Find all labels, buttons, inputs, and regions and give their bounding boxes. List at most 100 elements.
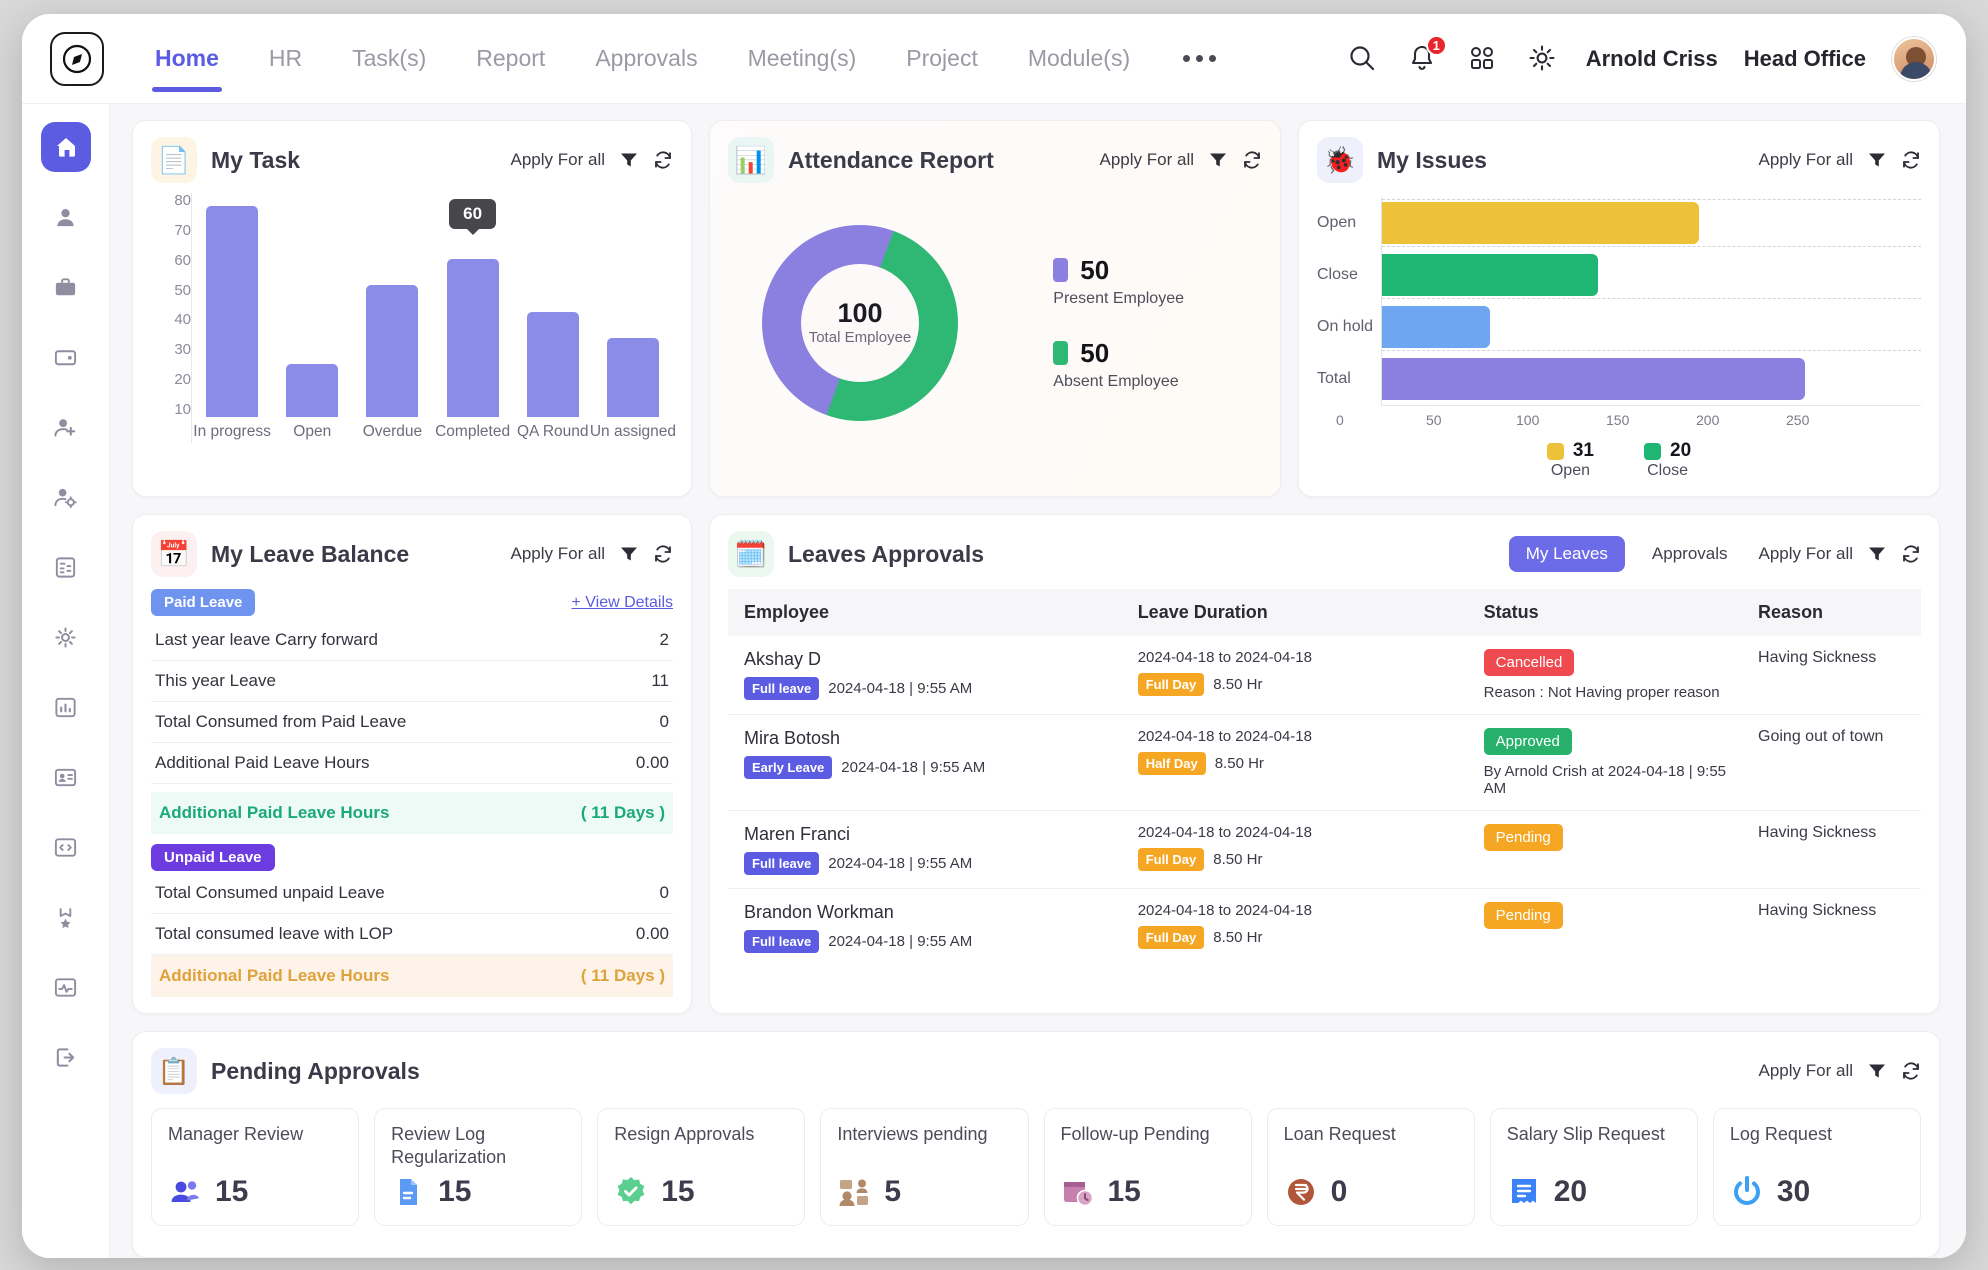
leave-type-pill: Full leave	[744, 930, 819, 953]
tab-my-leaves[interactable]: My Leaves	[1509, 536, 1625, 572]
filter-icon[interactable]	[1867, 544, 1887, 564]
filter-icon[interactable]	[619, 150, 639, 170]
bar-column[interactable]: Open	[272, 193, 352, 417]
bar-column[interactable]: QA Round	[513, 193, 593, 417]
attendance-donut-chart: 100 Total Employee 50 Present Employee	[728, 183, 1262, 448]
sidebar-item-medal[interactable]	[41, 892, 91, 942]
bar-column[interactable]: In progress	[192, 193, 272, 417]
table-row[interactable]: Maren Franci Full leave 2024-04-18 | 9:5…	[728, 811, 1921, 889]
filter-icon[interactable]	[619, 544, 639, 564]
table-row[interactable]: Mira Botosh Early Leave 2024-04-18 | 9:5…	[728, 715, 1921, 811]
tab-project[interactable]: Project	[883, 14, 1001, 104]
sidebar-item-home[interactable]	[41, 122, 91, 172]
cell-employee: Mira Botosh Early Leave 2024-04-18 | 9:5…	[728, 715, 1122, 811]
sidebar-item-id-card[interactable]	[41, 752, 91, 802]
user-name: Arnold Criss	[1586, 46, 1718, 72]
sidebar-item-calculator[interactable]	[41, 542, 91, 592]
bar	[366, 285, 418, 417]
sidebar-item-reports[interactable]	[41, 682, 91, 732]
approval-card-resign-approvals[interactable]: Resign Approvals 15	[597, 1108, 805, 1226]
table-row[interactable]: Brandon Workman Full leave 2024-04-18 | …	[728, 889, 1921, 967]
tab-tasks[interactable]: Task(s)	[329, 14, 449, 104]
avatar[interactable]	[1892, 37, 1936, 81]
legend-color-swatch	[1547, 443, 1564, 460]
app-logo[interactable]	[50, 32, 104, 86]
settings-button[interactable]	[1526, 42, 1560, 76]
refresh-icon[interactable]	[653, 150, 673, 170]
bar-column[interactable]: Overdue	[352, 193, 432, 417]
add-person-icon	[53, 415, 78, 440]
approval-card-salary-slip-request[interactable]: Salary Slip Request 20	[1490, 1108, 1698, 1226]
refresh-icon[interactable]	[1901, 1061, 1921, 1081]
tab-hr[interactable]: HR	[246, 14, 325, 104]
x-tick: 150	[1606, 412, 1696, 428]
notifications-button[interactable]: 1	[1406, 42, 1440, 76]
issue-row[interactable]: Close	[1317, 249, 1921, 301]
employee-name: Akshay D	[744, 649, 1106, 670]
sidebar-item-logout[interactable]	[41, 1032, 91, 1082]
sidebar-item-add-person[interactable]	[41, 402, 91, 452]
table-row[interactable]: Akshay D Full leave 2024-04-18 | 9:55 AM…	[728, 636, 1921, 715]
sidebar-item-person-settings[interactable]	[41, 472, 91, 522]
x-tick: 50	[1426, 412, 1516, 428]
tab-approvals[interactable]: Approvals	[572, 14, 720, 104]
donut-chart[interactable]: 100 Total Employee	[762, 225, 958, 421]
refresh-icon[interactable]	[1242, 150, 1262, 170]
apply-for-all-button[interactable]: Apply For all	[1759, 544, 1853, 564]
column-status: Status	[1468, 589, 1742, 636]
tab-approvals[interactable]: Approvals	[1635, 536, 1745, 572]
apps-grid-button[interactable]	[1466, 42, 1500, 76]
pending-approvals-cards: Manager Review 15 Review Log Regularizat…	[151, 1108, 1921, 1226]
apply-for-all-button[interactable]: Apply For all	[511, 150, 605, 170]
bar-column[interactable]: 60 Completed	[433, 193, 513, 417]
tab-home[interactable]: Home	[132, 14, 242, 104]
refresh-icon[interactable]	[1901, 544, 1921, 564]
approval-card-loan-request[interactable]: Loan Request 0	[1267, 1108, 1475, 1226]
more-tabs-button[interactable]	[1157, 55, 1242, 62]
sidebar-item-activity[interactable]	[41, 962, 91, 1012]
issue-row[interactable]: On hold	[1317, 301, 1921, 353]
approval-card-value: 15	[661, 1175, 694, 1209]
approval-card-followup-pending[interactable]: Follow-up Pending 15	[1044, 1108, 1252, 1226]
sidebar-item-wallet[interactable]	[41, 332, 91, 382]
view-details-link[interactable]: + View Details	[571, 594, 673, 612]
sidebar-item-settings[interactable]	[41, 612, 91, 662]
issue-row[interactable]: Open	[1317, 197, 1921, 249]
tab-report[interactable]: Report	[453, 14, 568, 104]
sidebar-item-briefcase[interactable]	[41, 262, 91, 312]
apply-for-all-button[interactable]: Apply For all	[1100, 150, 1194, 170]
dashboard-content: 📄 My Task Apply For all	[110, 104, 1966, 1258]
approval-card-title: Interviews pending	[837, 1123, 1011, 1146]
filter-icon[interactable]	[1867, 150, 1887, 170]
approval-card-log-request[interactable]: Log Request 30	[1713, 1108, 1921, 1226]
clipboard-icon: 📋	[151, 1048, 197, 1094]
approval-card-interviews-pending[interactable]: Interviews pending 5	[820, 1108, 1028, 1226]
tab-meetings[interactable]: Meeting(s)	[725, 14, 880, 104]
cell-reason: Having Sickness	[1742, 889, 1921, 967]
ellipsis-icon	[1183, 55, 1190, 62]
search-button[interactable]	[1346, 42, 1380, 76]
y-tick: 50	[151, 283, 191, 298]
issues-legend: 31 Open 20 Close	[1317, 440, 1921, 480]
bar-column[interactable]: Un assigned	[593, 193, 673, 417]
legend-value: 31	[1573, 440, 1594, 462]
filter-icon[interactable]	[1867, 1061, 1887, 1081]
legend-value: 50	[1080, 338, 1109, 369]
sidebar-item-code[interactable]	[41, 822, 91, 872]
filter-icon[interactable]	[1208, 150, 1228, 170]
leave-row-value: 2	[660, 630, 669, 650]
approval-card-review-log[interactable]: Review Log Regularization 15	[374, 1108, 582, 1226]
y-tick: 10	[151, 402, 191, 417]
approval-card-manager-review[interactable]: Manager Review 15	[151, 1108, 359, 1226]
approval-card-title: Log Request	[1730, 1123, 1904, 1146]
issue-row[interactable]: Total	[1317, 353, 1921, 405]
apply-for-all-button[interactable]: Apply For all	[1759, 1061, 1853, 1081]
attendance-tools: Apply For all	[1100, 150, 1262, 170]
sidebar-item-person[interactable]	[41, 192, 91, 242]
apply-for-all-button[interactable]: Apply For all	[511, 544, 605, 564]
tab-modules[interactable]: Module(s)	[1005, 14, 1153, 104]
refresh-icon[interactable]	[653, 544, 673, 564]
ellipsis-icon	[1196, 55, 1203, 62]
refresh-icon[interactable]	[1901, 150, 1921, 170]
apply-for-all-button[interactable]: Apply For all	[1759, 150, 1853, 170]
